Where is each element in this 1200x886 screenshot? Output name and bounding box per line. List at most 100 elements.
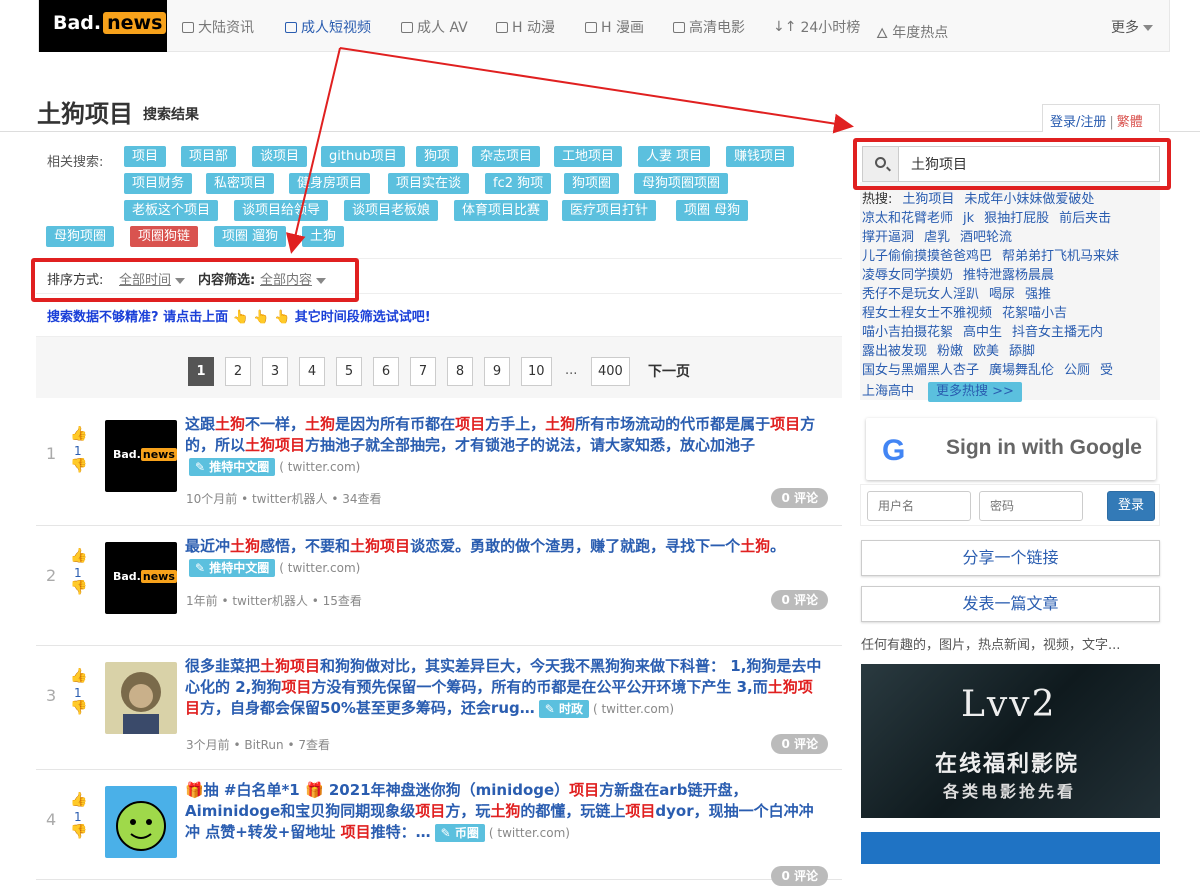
hot-search-link[interactable]: 秃仔不是玩女人淫趴 (862, 287, 979, 302)
hot-search-link[interactable]: 撑开逼洞 (862, 230, 914, 245)
nav-item-h-comic[interactable]: H 漫画 (585, 17, 644, 37)
related-tag[interactable]: 谈项目 (252, 146, 308, 167)
nav-item-adult-short-video[interactable]: 成人短视频 (285, 17, 371, 37)
ad-banner-2[interactable] (861, 832, 1160, 864)
related-tag[interactable]: 项目 (124, 146, 167, 167)
related-tag[interactable]: github项目 (321, 146, 405, 167)
password-input[interactable] (979, 491, 1083, 521)
hot-search-link[interactable]: 帮弟弟打飞机马来妹 (1002, 249, 1119, 264)
ad-banner[interactable]: Lvv2 在线福利影院 各类电影抢先看 (861, 664, 1160, 818)
hot-search-link[interactable]: 国女与黑媚黑人杏子 (862, 363, 979, 378)
related-tag[interactable]: 项目财务 (124, 173, 193, 194)
result-thumbnail[interactable]: Bad. news (105, 420, 177, 492)
nav-item-hd-movies[interactable]: 高清电影 (673, 17, 745, 37)
hot-search-link[interactable]: 未成年小妹妹做爱破处 (964, 192, 1094, 207)
login-register-link[interactable]: 登录/注册 (1050, 115, 1106, 130)
hot-search-link[interactable]: 公厕 (1064, 363, 1090, 378)
hot-search-link[interactable]: 廣場舞乱伦 (989, 363, 1054, 378)
page-button-last[interactable]: 400 (591, 357, 630, 386)
nav-more-dropdown[interactable]: 更多 (1111, 17, 1153, 37)
related-tag[interactable]: 老板这个项目 (124, 200, 219, 221)
hot-search-link[interactable]: 凉太和花臂老师 (862, 211, 953, 226)
post-article-button[interactable]: 发表一篇文章 (861, 586, 1160, 622)
thumbs-down-icon[interactable]: 👎 (70, 824, 87, 840)
thumbs-down-icon[interactable]: 👎 (70, 580, 87, 596)
username-input[interactable] (867, 491, 971, 521)
nav-item-h-anime[interactable]: H 动漫 (496, 17, 555, 37)
traditional-chinese-link[interactable]: 繁體 (1117, 115, 1143, 130)
related-tag[interactable]: 谈项目老板娘 (344, 200, 439, 221)
result-thumbnail[interactable]: Bad. news (105, 542, 177, 614)
hot-search-link[interactable]: 舔脚 (1009, 344, 1035, 359)
thumbs-down-icon[interactable]: 👎 (70, 458, 87, 474)
hot-search-link[interactable]: 虐乳 (924, 230, 950, 245)
result-title-link[interactable]: 很多韭菜把土狗项目和狗狗做对比，其实差异巨大，今天我不黑狗狗来做下科普： 1,狗… (185, 656, 825, 720)
thumbs-up-icon[interactable]: 👍 (70, 668, 87, 684)
login-button[interactable]: 登录 (1107, 491, 1155, 521)
thumbs-up-icon[interactable]: 👍 (70, 426, 87, 442)
hot-search-link[interactable]: 受 (1100, 363, 1113, 378)
comments-badge[interactable]: 0 评论 (771, 590, 828, 610)
result-thumbnail[interactable] (105, 786, 177, 858)
related-tag[interactable]: 私密项目 (206, 173, 275, 194)
hot-search-link[interactable]: 凌辱女同学摸奶 (862, 268, 953, 283)
site-logo[interactable]: Bad. news (39, 0, 167, 52)
nav-item-24h-ranking[interactable]: ↓↑ 24小时榜 (773, 17, 860, 37)
hot-search-link[interactable]: 儿子偷偷摸摸爸爸鸡巴 (862, 249, 992, 264)
hot-search-link[interactable]: 前后夹击 (1059, 211, 1111, 226)
page-button[interactable]: 5 (336, 357, 362, 386)
related-tag[interactable]: 项目实在谈 (388, 173, 470, 194)
page-button[interactable]: 9 (484, 357, 510, 386)
hot-search-link[interactable]: jk (963, 211, 974, 226)
related-tag[interactable]: 狗项 (416, 146, 459, 167)
related-tag[interactable]: 谈项目给领导 (234, 200, 329, 221)
related-tag[interactable]: 土狗 (302, 226, 345, 247)
comments-badge[interactable]: 0 评论 (771, 734, 828, 754)
hot-search-link[interactable]: 土狗项目 (902, 192, 954, 207)
category-tag[interactable]: ✎ 推特中文圈 (189, 457, 276, 476)
related-tag-hot[interactable]: 项圈狗链 (130, 226, 199, 247)
hot-search-link[interactable]: 上海高中 (862, 384, 914, 399)
hot-search-link[interactable]: 喝尿 (989, 287, 1015, 302)
hot-search-link[interactable]: 喵小吉拍摄花絮 (862, 325, 953, 340)
related-tag[interactable]: 工地项目 (554, 146, 623, 167)
page-button[interactable]: 6 (373, 357, 399, 386)
page-button[interactable]: 3 (262, 357, 288, 386)
hot-search-link[interactable]: 程女士程女士不雅视频 (862, 306, 992, 321)
related-tag[interactable]: fc2 狗项 (485, 173, 552, 194)
nav-item-yearly-hot[interactable]: 🜂 年度热点 (876, 17, 948, 46)
result-title-link[interactable]: 🎁抽 #白名单*1 🎁 2021年神盘迷你狗（minidoge）项目方新盘在ar… (185, 780, 825, 844)
hot-search-link[interactable]: 粉嫩 (937, 344, 963, 359)
more-hot-search-button[interactable]: 更多热搜 >> (928, 382, 1022, 402)
comments-badge[interactable]: 0 评论 (771, 866, 828, 886)
hot-search-link[interactable]: 强推 (1025, 287, 1051, 302)
hot-search-link[interactable]: 抖音女主播无内 (1012, 325, 1103, 340)
nav-item-mainland-news[interactable]: 大陆资讯 (182, 17, 254, 37)
related-tag[interactable]: 母狗项圈 (46, 226, 115, 247)
thumbs-down-icon[interactable]: 👎 (70, 700, 87, 716)
category-tag[interactable]: ✎ 币圈 (434, 823, 485, 842)
result-title-link[interactable]: 这跟土狗不一样，土狗是因为所有币都在项目方手上，土狗所有市场流动的代币都是属于项… (185, 414, 825, 478)
related-tag[interactable]: 赚钱项目 (726, 146, 795, 167)
related-tag[interactable]: 母狗项圈项圈 (634, 173, 729, 194)
result-title-link[interactable]: 最近冲土狗感悟，不要和土狗项目谈恋爱。勇敢的做个渣男，赚了就跑，寻找下一个土狗。… (185, 536, 825, 579)
hot-search-link[interactable]: 酒吧轮流 (960, 230, 1012, 245)
related-tag[interactable]: 体育项目比赛 (454, 200, 549, 221)
related-tag[interactable]: 人妻 项目 (638, 146, 711, 167)
related-tag[interactable]: 项目部 (181, 146, 237, 167)
hot-search-link[interactable]: 花絮喵小吉 (1002, 306, 1067, 321)
related-tag[interactable]: 狗项圈 (564, 173, 620, 194)
page-button[interactable]: 7 (410, 357, 436, 386)
category-tag[interactable]: ✎ 推特中文圈 (189, 558, 276, 577)
related-tag[interactable]: 项圈 遛狗 (214, 226, 287, 247)
related-tag[interactable]: 杂志项目 (472, 146, 541, 167)
page-button[interactable]: 4 (299, 357, 325, 386)
hot-search-link[interactable]: 高中生 (963, 325, 1002, 340)
result-thumbnail[interactable] (105, 662, 177, 734)
related-tag[interactable]: 医疗项目打针 (562, 200, 657, 221)
thumbs-up-icon[interactable]: 👍 (70, 548, 87, 564)
comments-badge[interactable]: 0 评论 (771, 488, 828, 508)
hot-search-link[interactable]: 露出被发现 (862, 344, 927, 359)
page-button-current[interactable]: 1 (188, 357, 214, 386)
next-page-link[interactable]: 下一页 (648, 361, 690, 381)
